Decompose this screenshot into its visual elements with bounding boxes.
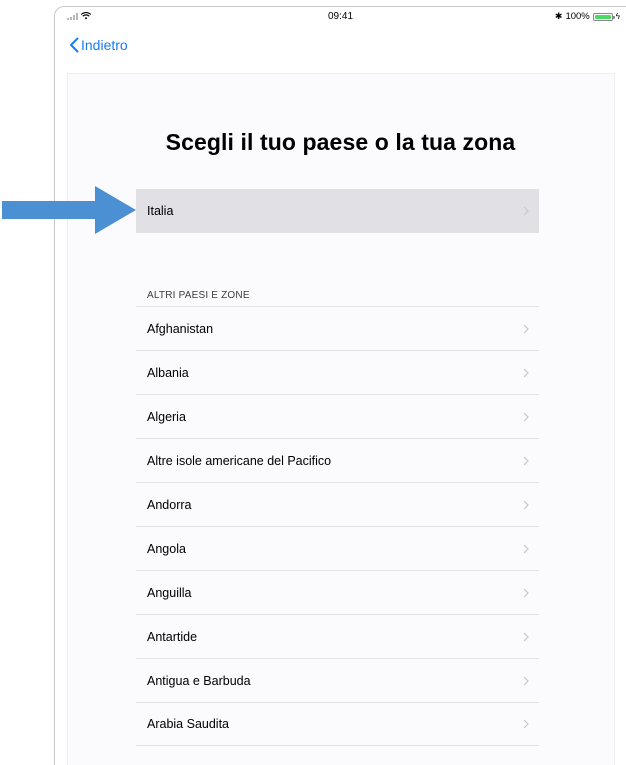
- list-item[interactable]: Algeria: [136, 394, 539, 438]
- status-right: ✱ 100% ϟ: [555, 11, 620, 22]
- country-label: Arabia Saudita: [147, 717, 230, 731]
- back-label: Indietro: [81, 37, 128, 53]
- chevron-right-icon: [523, 324, 529, 333]
- chevron-left-icon: [70, 37, 79, 53]
- charging-icon: ϟ: [615, 12, 620, 21]
- list-item[interactable]: Antartide: [136, 614, 539, 658]
- list-item[interactable]: Altre isole americane del Pacifico: [136, 438, 539, 482]
- selected-country-row[interactable]: Italia: [136, 189, 539, 233]
- section-header: ALTRI PAESI E ZONE: [147, 290, 250, 301]
- country-label: Altre isole americane del Pacifico: [147, 453, 332, 468]
- chevron-right-icon: [523, 206, 529, 216]
- chevron-right-icon: [523, 544, 529, 553]
- country-label: Albania: [147, 365, 189, 380]
- chevron-right-icon: [523, 500, 529, 509]
- chevron-right-icon: [523, 412, 529, 421]
- list-item[interactable]: Andorra: [136, 482, 539, 526]
- list-item[interactable]: Angola: [136, 526, 539, 570]
- battery-icon: [592, 12, 615, 21]
- country-list: Afghanistan Albania Algeria Altre isole …: [136, 306, 539, 746]
- chevron-right-icon: [523, 676, 529, 685]
- selected-country-label: Italia: [147, 204, 174, 218]
- chevron-right-icon: [523, 456, 529, 465]
- list-item[interactable]: Arabia Saudita: [136, 702, 539, 746]
- bluetooth-icon: ✱: [554, 11, 563, 21]
- country-label: Andorra: [147, 497, 192, 512]
- chevron-right-icon: [523, 719, 529, 729]
- annotation-arrow-icon: [2, 186, 136, 234]
- page-title: Scegli il tuo paese o la tua zona: [165, 129, 516, 155]
- list-item[interactable]: Albania: [136, 350, 539, 394]
- country-label: Antigua e Barbuda: [147, 673, 251, 688]
- chevron-right-icon: [523, 632, 529, 641]
- country-label: Anguilla: [147, 585, 192, 600]
- country-label: Algeria: [147, 409, 186, 424]
- chevron-right-icon: [523, 588, 529, 597]
- list-item[interactable]: Anguilla: [136, 570, 539, 614]
- country-label: Angola: [147, 541, 186, 556]
- status-time: 09:41: [327, 11, 354, 22]
- back-button[interactable]: Indietro: [69, 37, 128, 53]
- country-label: Antartide: [147, 629, 198, 644]
- list-item[interactable]: Antigua e Barbuda: [136, 658, 539, 702]
- status-bar: 09:41 ✱ 100% ϟ: [55, 7, 626, 27]
- chevron-right-icon: [523, 368, 529, 377]
- ipad-screen: 09:41 ✱ 100% ϟ Indietro Scegli il tuo pa…: [54, 6, 626, 765]
- country-label: Afghanistan: [147, 321, 214, 336]
- battery-percentage: 100%: [565, 11, 590, 22]
- list-item[interactable]: Afghanistan: [136, 306, 539, 350]
